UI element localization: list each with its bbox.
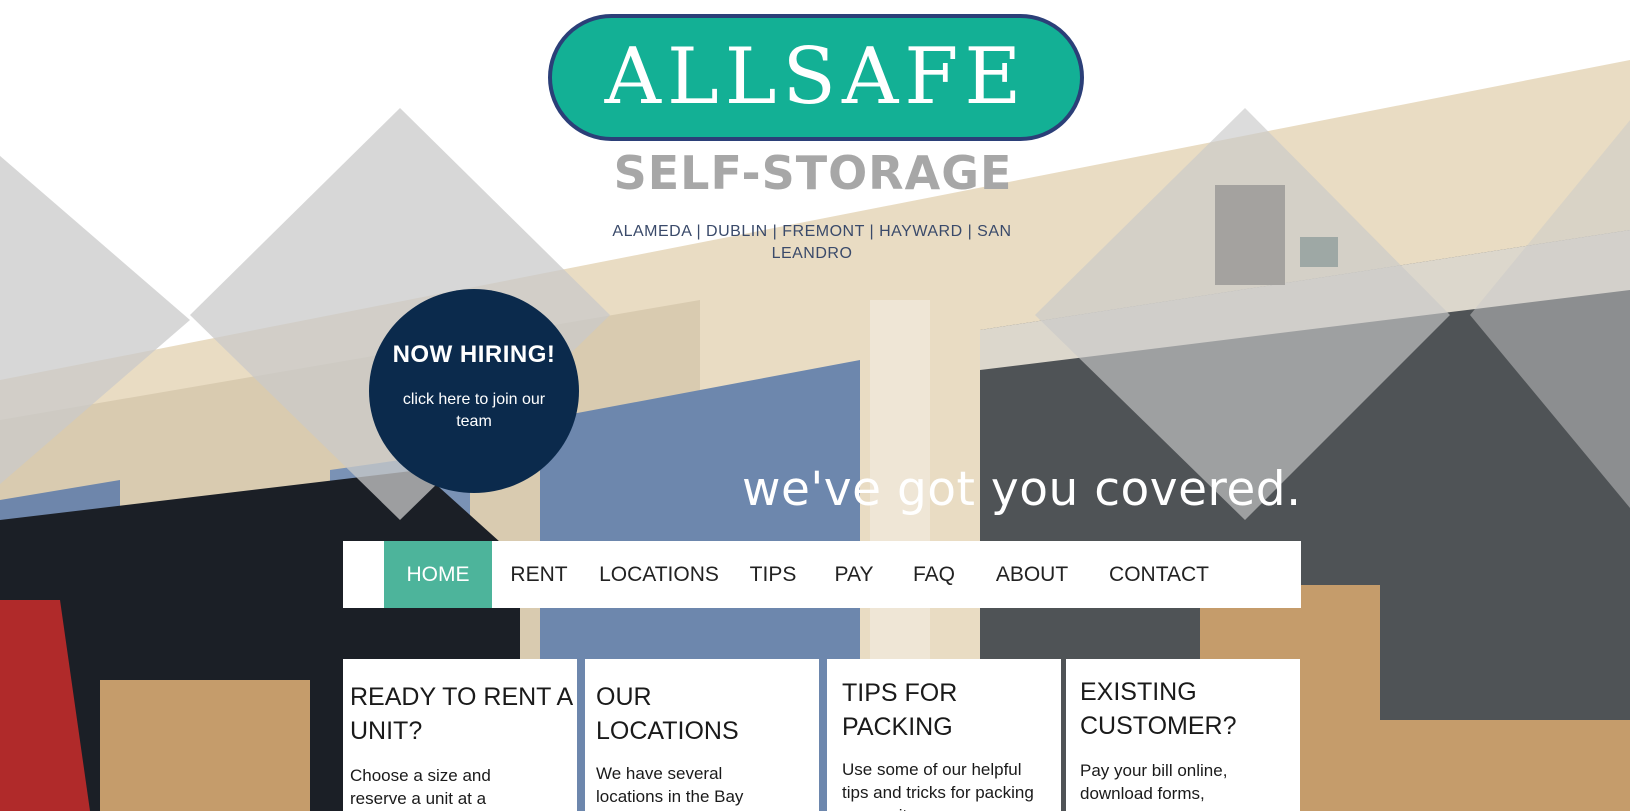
main-navigation: HOME RENT LOCATIONS TIPS PAY FAQ ABOUT C… — [343, 541, 1301, 608]
card-text: We have several locations in the Bay — [596, 764, 744, 806]
now-hiring-button[interactable]: NOW HIRING! click here to join our team — [369, 289, 579, 493]
page: ALLSAFE SELF-STORAGE ALAMEDA | DUBLIN | … — [0, 0, 1630, 811]
nav-item-rent[interactable]: RENT — [492, 541, 586, 608]
card-packing-tips[interactable]: TIPS FOR PACKING Use some of our helpful… — [827, 659, 1061, 811]
nav-item-contact[interactable]: CONTACT — [1090, 541, 1228, 608]
hero-tagline: we've got you covered. — [742, 462, 1302, 517]
card-title: TIPS FOR PACKING — [842, 679, 958, 741]
nav-item-pay[interactable]: PAY — [814, 541, 894, 608]
logo-subtitle: SELF-STORAGE — [613, 146, 1013, 200]
card-title: READY TO RENT A UNIT? — [350, 683, 572, 745]
card-existing-customer[interactable]: EXISTING CUSTOMER? Pay your bill online,… — [1066, 659, 1300, 811]
card-title: EXISTING CUSTOMER? — [1080, 678, 1237, 740]
logo-text: ALLSAFE — [604, 32, 1028, 122]
nav-item-locations[interactable]: LOCATIONS — [586, 541, 732, 608]
location-list: ALAMEDA | DUBLIN | FREMONT | HAYWARD | S… — [612, 223, 1012, 262]
card-rent-unit[interactable]: READY TO RENT A UNIT? Choose a size and … — [343, 659, 577, 811]
now-hiring-title: NOW HIRING! — [392, 341, 556, 368]
now-hiring-subtitle: click here to join our team — [402, 391, 546, 430]
card-text: Pay your bill online, download forms, — [1080, 761, 1228, 803]
nav-item-faq[interactable]: FAQ — [894, 541, 974, 608]
card-title: OUR LOCATIONS — [596, 683, 739, 745]
card-text: Use some of our helpful tips and tricks … — [842, 760, 1034, 811]
card-our-locations[interactable]: OUR LOCATIONS We have several locations … — [585, 659, 819, 811]
nav-item-about[interactable]: ABOUT — [974, 541, 1090, 608]
nav-item-home[interactable]: HOME — [384, 541, 492, 608]
card-text: Choose a size and reserve a unit at a — [350, 766, 491, 808]
nav-item-tips[interactable]: TIPS — [732, 541, 814, 608]
allsafe-logo[interactable]: ALLSAFE — [548, 14, 1084, 141]
